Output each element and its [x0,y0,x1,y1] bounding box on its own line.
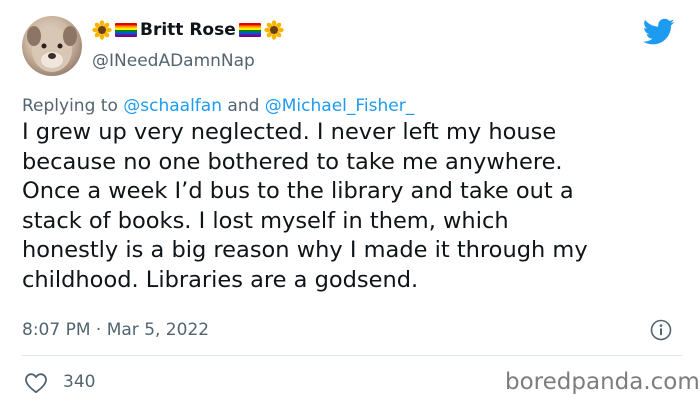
tweet-line: honestly is a big reason why I made it t… [22,237,588,264]
sunflower-icon [92,20,112,40]
author-handle[interactable]: @INeedADamnNap [92,51,255,71]
info-icon[interactable] [650,319,672,341]
tweet-line: because no one bothered to take me anywh… [22,148,563,175]
replying-to: Replying to @schaalfan and @Michael_Fish… [22,96,414,116]
display-name-text: Britt Rose [140,20,236,40]
tweet-line: I grew up very neglected. I never left m… [22,119,557,145]
rainbow-flag-icon [115,23,137,37]
tweet-line: childhood. Libraries are a godsend. [22,266,419,293]
replying-conjunction: and [221,96,265,116]
mention-link[interactable]: @schaalfan [123,96,222,116]
like-count: 340 [63,372,96,392]
tweet-line: Once a week I’d bus to the library and t… [22,178,574,205]
heart-icon[interactable] [24,372,48,394]
mention-link[interactable]: @Michael_Fisher_ [265,96,414,116]
dog-avatar-icon [27,26,77,72]
sunflower-icon [264,20,284,40]
replying-prefix: Replying to [22,96,124,116]
twitter-bird-icon[interactable] [643,18,675,46]
rainbow-flag-icon [238,23,261,37]
watermark: boredpanda.com [505,369,700,395]
author-display-name[interactable]: Britt Rose [92,20,284,40]
tweet-timestamp[interactable]: 8:07 PM · Mar 5, 2022 [22,320,209,340]
tweet-text: I grew up very neglected. I never left m… [22,118,690,296]
tweet-line: stack of books. I lost myself in them, w… [22,207,509,234]
avatar[interactable] [22,16,82,76]
divider [22,355,682,356]
